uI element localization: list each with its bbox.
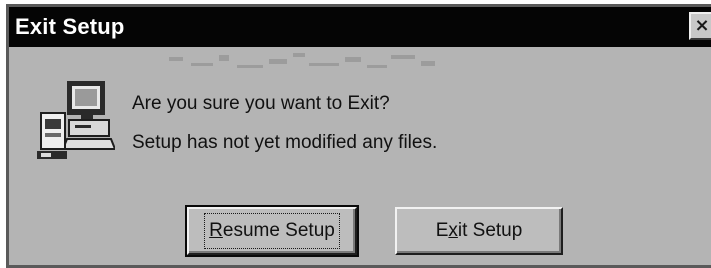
focus-indicator: Resume Setup [204,213,340,249]
exit-setup-dialog: Exit Setup × Are you sure you want to Ex… [6,4,711,268]
resume-setup-button[interactable]: Resume Setup [185,205,359,257]
status-message: Setup has not yet modified any files. [132,132,438,153]
exit-setup-button[interactable]: Exit Setup [395,207,563,255]
window-title: Exit Setup [15,14,125,39]
title-bar[interactable]: Exit Setup × [9,7,711,47]
close-button[interactable]: × [689,12,711,40]
exit-setup-label: Exit Setup [435,220,523,241]
setup-computer-icon [37,81,115,159]
confirm-question: Are you sure you want to Exit? [132,93,390,114]
close-icon: × [694,15,710,36]
scan-noise [169,53,435,68]
